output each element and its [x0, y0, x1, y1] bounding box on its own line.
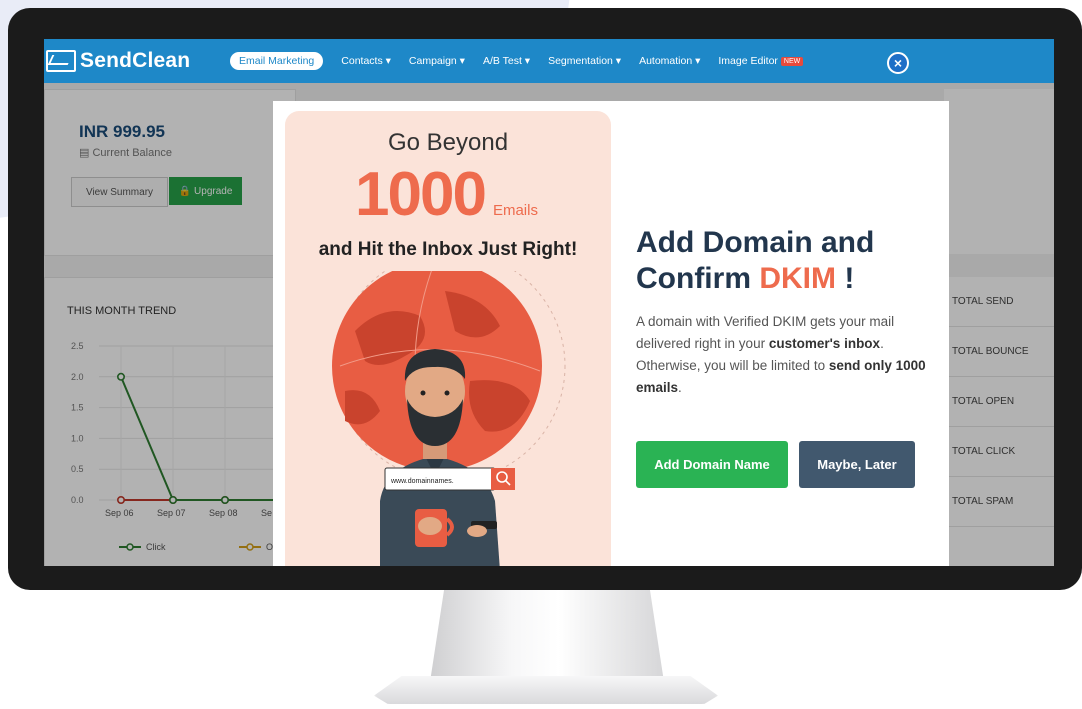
- modal-description: A domain with Verified DKIM gets your ma…: [636, 311, 936, 399]
- nav-item-contacts[interactable]: Contacts ▾: [341, 55, 391, 67]
- nav-item-image-editor-label: Image Editor: [718, 55, 778, 67]
- modal-copy: Add Domain and Confirm DKIM ! A domain w…: [636, 225, 936, 399]
- add-domain-button[interactable]: Add Domain Name: [636, 441, 788, 488]
- monitor-frame: SendClean Email Marketing Contacts ▾ Cam…: [8, 8, 1082, 590]
- modal-actions: Add Domain Name Maybe, Later: [636, 441, 915, 488]
- promo-panel: Go Beyond 1000 Emails and Hit the Inbox …: [285, 111, 611, 566]
- headline-end: !: [835, 262, 855, 295]
- logo-text: SendClean: [80, 49, 191, 72]
- nav-item-campaign[interactable]: Campaign ▾: [409, 55, 465, 67]
- monitor-stand: [430, 590, 664, 682]
- promo-line1: Go Beyond: [387, 129, 509, 156]
- desc-bold1: customer's inbox: [768, 336, 881, 351]
- domain-search-text: www.domainnames.: [390, 478, 454, 485]
- desc-part3: .: [678, 380, 682, 395]
- nav-item-image-editor[interactable]: Image Editor NEW: [718, 55, 804, 67]
- nav-item-automation[interactable]: Automation ▾: [639, 55, 700, 67]
- new-badge: NEW: [780, 56, 804, 66]
- man-with-globe-illustration: www.domainnames.: [332, 271, 566, 566]
- headline-line2: Confirm: [636, 262, 760, 295]
- monitor-base: [374, 676, 718, 704]
- nav-item-ab-test[interactable]: A/B Test ▾: [483, 55, 530, 67]
- promo-tagline: and Hit the Inbox Just Right!: [318, 239, 578, 260]
- close-icon: ×: [893, 55, 903, 71]
- promo-number: 1000: [355, 160, 487, 229]
- modal-headline: Add Domain and Confirm DKIM !: [636, 225, 936, 297]
- nav-item-segmentation[interactable]: Segmentation ▾: [548, 55, 621, 67]
- headline-accent: DKIM: [759, 262, 836, 295]
- screen: SendClean Email Marketing Contacts ▾ Cam…: [44, 39, 1054, 566]
- promo-unit: Emails: [492, 202, 538, 219]
- maybe-later-button[interactable]: Maybe, Later: [799, 441, 915, 488]
- nav-item-email-marketing[interactable]: Email Marketing: [230, 52, 324, 70]
- close-modal-button[interactable]: ×: [887, 52, 909, 74]
- logo[interactable]: SendClean: [46, 49, 226, 73]
- logo-icon: [46, 50, 76, 72]
- promo-number-row: 1000 Emails: [355, 159, 538, 230]
- dkim-modal: Go Beyond 1000 Emails and Hit the Inbox …: [273, 101, 949, 566]
- nav-menu: Email Marketing Contacts ▾ Campaign ▾ A/…: [230, 52, 804, 70]
- headline-line1: Add Domain and: [636, 226, 875, 259]
